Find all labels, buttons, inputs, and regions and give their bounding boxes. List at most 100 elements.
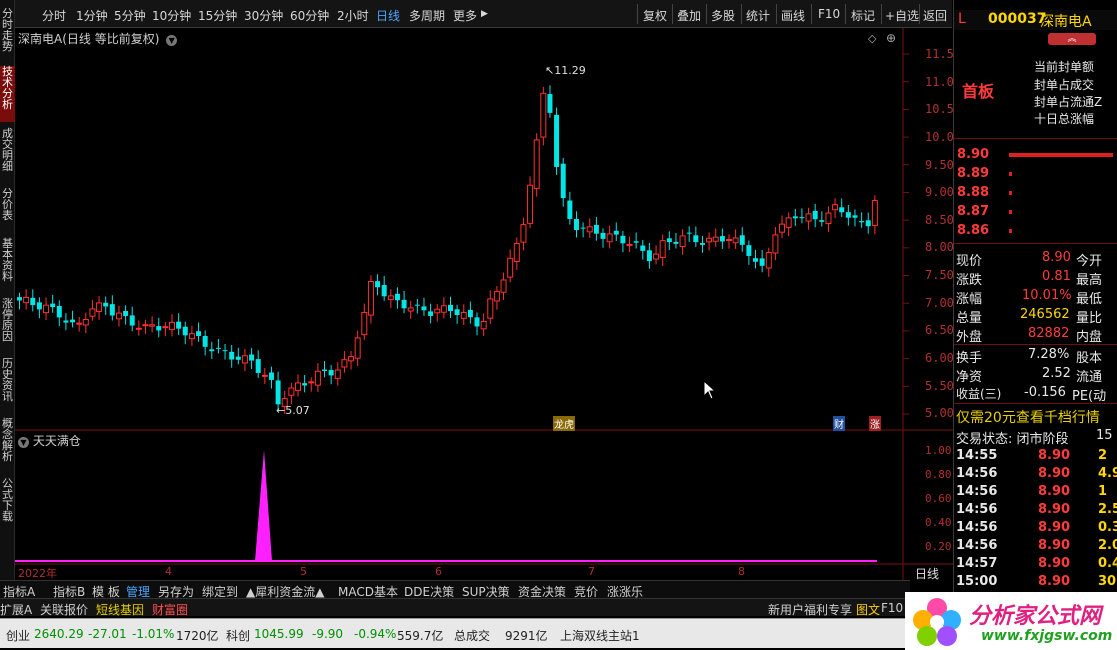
period-30min[interactable]: 30分钟 [244, 7, 283, 24]
period-5min[interactable]: 5分钟 [114, 7, 146, 24]
candle-body [600, 232, 606, 239]
period-more[interactable]: 更多 [453, 7, 477, 24]
back-button[interactable]: 返回 [923, 7, 947, 24]
cy-change: -27.01 [88, 627, 127, 641]
candle-body [156, 326, 162, 331]
kline-chart[interactable] [15, 28, 953, 580]
new-user-promo[interactable]: 新用户福利专享 [768, 601, 852, 618]
y-tick: 0.20 [925, 540, 952, 553]
candle-body [249, 354, 255, 361]
quote-row: 总量 246562 量比 [956, 307, 1103, 326]
more-arrow-icon[interactable]: ▶ [481, 9, 488, 19]
candle-body [401, 299, 407, 309]
vtab-basic-info[interactable]: 基本资料 [0, 238, 15, 294]
candle-body [606, 233, 613, 243]
wealth-circle-tab[interactable]: 财富圈 [152, 601, 188, 618]
status-bar: 创业 2640.29 -27.01 -1.01% 1720亿 科创 1045.9… [0, 618, 910, 648]
x-axis: 2022年 4 5 6 7 8 [15, 565, 910, 580]
candle-body [646, 250, 652, 262]
bid-price: 8.89 [957, 166, 990, 181]
y-tick: 8.00 [925, 240, 954, 254]
candle-body [308, 381, 315, 384]
candle-body [70, 319, 76, 323]
period-10min[interactable]: 10分钟 [152, 7, 191, 24]
tuwen-link[interactable]: 图文 [856, 601, 880, 618]
period-1min[interactable]: 1分钟 [76, 7, 108, 24]
collapse-icon[interactable]: ︽ [1048, 33, 1096, 45]
candle-body [261, 374, 268, 377]
total-label: 总成交 [454, 629, 491, 643]
vtab-price-table[interactable]: 分价表 [0, 188, 15, 234]
period-fenshi[interactable]: 分时 [42, 7, 66, 24]
period-15min[interactable]: 15分钟 [198, 7, 237, 24]
period-multi[interactable]: 多周期 [409, 7, 445, 24]
candle-body [215, 347, 221, 349]
draw-line-button[interactable]: 画线 [781, 7, 805, 24]
period-60min[interactable]: 60分钟 [290, 7, 329, 24]
period-daily[interactable]: 日线 [376, 7, 400, 24]
stats-button[interactable]: 统计 [746, 7, 770, 24]
x-tick: 6 [435, 565, 442, 578]
indicator-title: ▼ 天天满仓 [18, 432, 81, 449]
chevron-down-icon[interactable]: ▼ [18, 437, 29, 448]
fuquan-button[interactable]: 复权 [643, 7, 667, 24]
candle-body [792, 216, 798, 219]
ext-a-tab[interactable]: 扩展A [0, 601, 32, 618]
vtab-trade-detail[interactable]: 成交明细 [0, 128, 15, 184]
candle-body [759, 258, 765, 266]
kc-amount: 559.7亿 [397, 629, 444, 643]
candle-body [361, 311, 368, 336]
candle-body [89, 308, 96, 317]
period-2hour[interactable]: 2小时 [337, 7, 369, 24]
seal-row: 十日总涨幅 [1034, 112, 1095, 126]
f10-link[interactable]: F10 [881, 601, 903, 615]
candle-body [407, 307, 414, 312]
vtab-concept[interactable]: 概念解析 [0, 418, 15, 474]
candle-body [487, 298, 494, 319]
vtab-formula-download[interactable]: 公式下载 [0, 478, 15, 534]
overlay-button[interactable]: 叠加 [677, 7, 701, 24]
vtab-fenshi[interactable]: 分时走势 [0, 8, 15, 64]
vtab-limit-reason[interactable]: 涨停原因 [0, 298, 15, 354]
f10-button[interactable]: F10 [818, 7, 840, 21]
candle-body [560, 163, 566, 199]
candle-body [241, 355, 248, 364]
promo-row[interactable]: 仅需20元查看千档行情 [954, 406, 1117, 426]
related-quote-tab[interactable]: 关联报价 [40, 601, 88, 618]
candle-body [500, 279, 507, 293]
candle-body [812, 210, 818, 220]
limit-up-marker[interactable]: 涨 [869, 416, 881, 431]
candle-body [367, 280, 374, 316]
candle-body [63, 320, 69, 323]
candle-body [620, 235, 626, 244]
candle-body [633, 241, 639, 243]
multi-stock-button[interactable]: 多股 [711, 7, 735, 24]
tick-row: 14:56 8.90 1 [956, 484, 1108, 499]
candle-body [149, 324, 156, 327]
total-value: 9291亿 [505, 629, 548, 643]
vtab-tech-analysis[interactable]: 技术分析 [0, 66, 15, 122]
candle-body [480, 320, 487, 330]
candle-body [448, 304, 453, 312]
candle-body [593, 224, 599, 234]
candle-body [255, 359, 261, 373]
short-gene-tab[interactable]: 短线基因 [96, 601, 144, 618]
y-tick: 6.50 [925, 323, 954, 337]
server-name[interactable]: 上海双线主站1 [560, 627, 640, 644]
mark-button[interactable]: 标记 [851, 7, 875, 24]
candle-body [375, 281, 381, 288]
x-tick: 8 [738, 565, 745, 578]
vtab-history-news[interactable]: 历史资讯 [0, 358, 15, 414]
quote-row: 涨跌 0.81 最高 [956, 269, 1103, 288]
candle-body [699, 243, 705, 245]
low-annotation: ←5.07 [276, 404, 310, 417]
lhb-marker[interactable]: 龙虎 [553, 416, 575, 431]
candle-body [348, 356, 355, 362]
cy-price: 2640.29 [34, 627, 84, 641]
finance-marker[interactable]: 财 [833, 416, 845, 431]
candle-body [739, 235, 745, 245]
tick-row: 14:56 8.90 2.5 [956, 502, 1117, 517]
candle-body [454, 309, 460, 316]
spike-mark [255, 450, 272, 561]
add-watchlist-button[interactable]: +自选 [885, 7, 919, 24]
